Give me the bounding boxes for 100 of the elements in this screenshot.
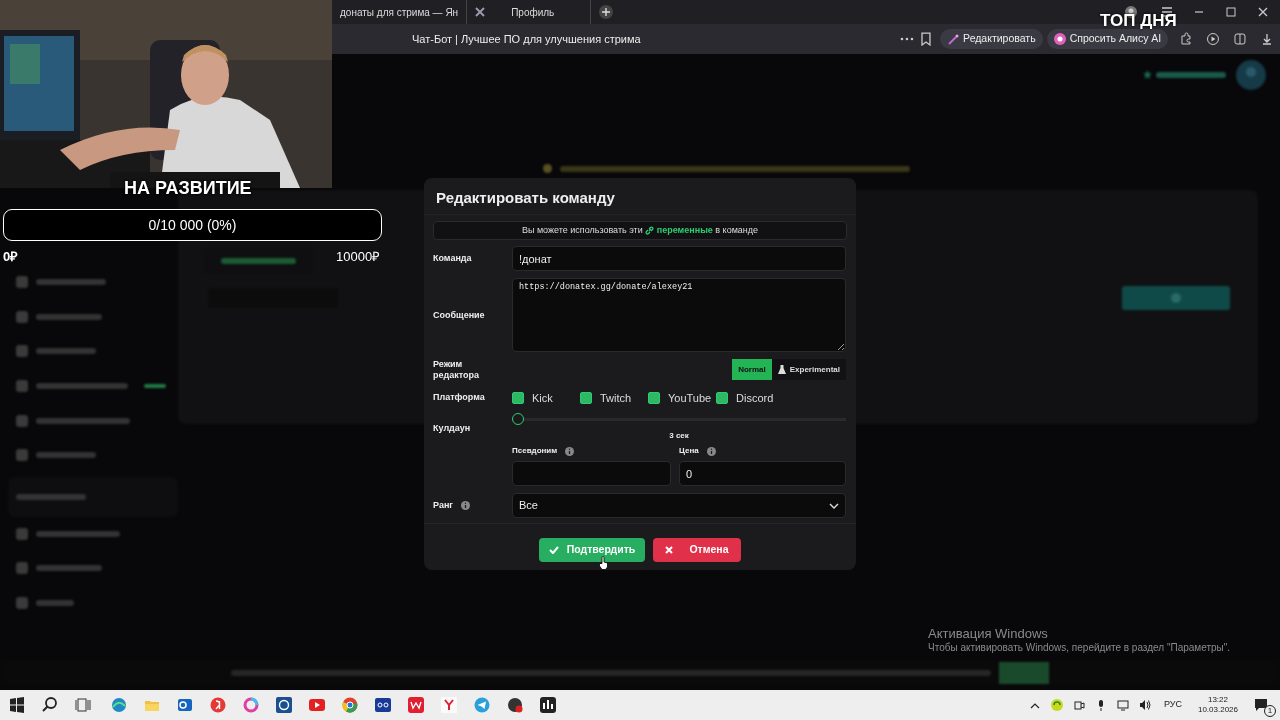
hexagon-icon bbox=[276, 697, 292, 713]
slider-thumb[interactable] bbox=[512, 413, 524, 426]
field-label: Псевдоним bbox=[512, 445, 558, 458]
rank-select[interactable]: Все bbox=[512, 493, 846, 519]
activation-title: Активация Windows bbox=[928, 626, 1049, 642]
sync-icon[interactable] bbox=[1050, 699, 1063, 711]
info-text: Вы можете использовать эти переменные в команде bbox=[521, 223, 759, 237]
checkbox[interactable] bbox=[580, 391, 592, 404]
sidebar-icon[interactable] bbox=[1233, 32, 1248, 46]
field-label: Платформа bbox=[433, 392, 486, 404]
goal-min: 0₽ bbox=[3, 248, 19, 266]
field-label: Команда bbox=[433, 253, 473, 264]
document-icon bbox=[408, 697, 424, 713]
goal-max: 10000₽ bbox=[336, 248, 381, 266]
speaker-icon[interactable] bbox=[1138, 699, 1151, 711]
platform-checkbox[interactable]: YouTube bbox=[648, 389, 716, 407]
platform-checkbox[interactable]: Discord bbox=[716, 389, 776, 407]
premium-link[interactable] bbox=[1143, 70, 1226, 79]
ring-icon bbox=[1053, 33, 1066, 45]
start-icon bbox=[9, 697, 25, 713]
item-icon bbox=[16, 276, 28, 289]
info-icon bbox=[706, 446, 716, 456]
text-bar bbox=[36, 279, 106, 286]
close-icon[interactable] bbox=[1256, 5, 1270, 19]
checkbox[interactable] bbox=[512, 391, 524, 404]
item-icon bbox=[16, 345, 28, 358]
notification-icon[interactable] bbox=[1254, 698, 1268, 712]
item-icon bbox=[16, 562, 28, 575]
network-icon[interactable] bbox=[1116, 699, 1129, 711]
camera-icon[interactable] bbox=[1072, 699, 1085, 711]
info-icon bbox=[461, 501, 471, 511]
toolbar-button[interactable]: Спросить Алису AI bbox=[1046, 29, 1169, 49]
flask-icon bbox=[777, 365, 786, 375]
checkbox[interactable] bbox=[648, 391, 660, 404]
clock[interactable]: 13:22 10.03.2026 bbox=[1197, 694, 1238, 716]
ring-icon bbox=[243, 697, 259, 713]
field-label: Цена bbox=[679, 445, 699, 458]
cursor-icon bbox=[599, 556, 609, 570]
play-icon[interactable] bbox=[1206, 32, 1221, 46]
x-icon bbox=[475, 7, 486, 17]
price-field[interactable]: 0 bbox=[679, 461, 846, 487]
plus-icon bbox=[1171, 293, 1181, 303]
text-bar bbox=[36, 565, 102, 572]
mode-button[interactable]: Experimental bbox=[771, 359, 846, 381]
platform-checkbox[interactable]: Twitch bbox=[580, 389, 648, 407]
paper-plane-icon bbox=[474, 697, 490, 713]
wave-icon bbox=[111, 697, 127, 713]
letter-icon bbox=[210, 697, 226, 713]
letter-icon bbox=[441, 697, 457, 713]
cancel-button[interactable]: Отмена bbox=[653, 538, 741, 563]
play-icon bbox=[309, 697, 325, 713]
chart-icon bbox=[540, 697, 556, 713]
field-label: Режим редактора bbox=[433, 359, 480, 381]
puzzle-icon[interactable] bbox=[1179, 32, 1194, 46]
alias-field[interactable] bbox=[512, 461, 671, 487]
platform-checkbox[interactable]: Kick bbox=[512, 389, 580, 407]
task-view-icon bbox=[75, 697, 91, 713]
field-label: Ранг bbox=[433, 500, 454, 511]
badge-bar bbox=[144, 384, 166, 389]
address-bar[interactable]: Чат-Бот | Лучшее ПО для улучшения стрима bbox=[412, 30, 891, 48]
maximize-icon[interactable] bbox=[1224, 5, 1238, 19]
text-bar bbox=[36, 313, 102, 320]
bookmark-icon[interactable] bbox=[920, 32, 933, 46]
wand-icon bbox=[947, 33, 960, 45]
mail-icon bbox=[177, 697, 193, 713]
avatar-icon[interactable] bbox=[1236, 60, 1266, 90]
item-icon bbox=[16, 380, 28, 393]
new-tab-icon[interactable] bbox=[599, 5, 614, 19]
text-bar bbox=[36, 348, 96, 355]
star-icon bbox=[1143, 70, 1152, 79]
progress-bar: 0/10 000 (0%) bbox=[3, 209, 382, 241]
info-icon bbox=[565, 446, 575, 456]
message-field[interactable]: https://donatex.gg/donate/alexey21 bbox=[512, 278, 846, 352]
chevron-down-icon bbox=[829, 502, 839, 509]
toolbar-button[interactable]: Редактировать bbox=[940, 29, 1043, 49]
variables-link[interactable]: переменные bbox=[645, 224, 713, 235]
link-icon bbox=[645, 225, 655, 235]
notification-count: 1 bbox=[1264, 705, 1276, 717]
text-bar bbox=[16, 493, 86, 500]
check-icon bbox=[548, 546, 559, 555]
close-icon bbox=[665, 546, 674, 555]
slider-value: 3 сек bbox=[669, 430, 689, 443]
text-bar bbox=[1156, 71, 1226, 78]
command-field[interactable]: !донат bbox=[512, 246, 846, 271]
browser-tab[interactable]: донаты для стрима — Ян bbox=[332, 0, 467, 24]
item-icon bbox=[16, 310, 28, 323]
search-icon bbox=[42, 697, 58, 713]
record-icon bbox=[507, 697, 523, 713]
mode-button[interactable]: Normal bbox=[732, 359, 772, 381]
activation-text: Чтобы активировать Windows, перейдите в раздел "Параметры". bbox=[928, 641, 1231, 654]
field-label: Кулдаун bbox=[433, 422, 472, 436]
field-label: Сообщение bbox=[433, 309, 486, 321]
item-icon bbox=[16, 527, 28, 540]
item-icon bbox=[16, 597, 28, 610]
info-icon bbox=[543, 164, 552, 173]
checkbox[interactable] bbox=[716, 391, 728, 404]
game-icon bbox=[375, 697, 391, 713]
text-bar bbox=[36, 452, 96, 459]
language-indicator[interactable]: РУС bbox=[1163, 698, 1182, 712]
top-label: ТОП ДНЯ bbox=[1100, 12, 1177, 29]
